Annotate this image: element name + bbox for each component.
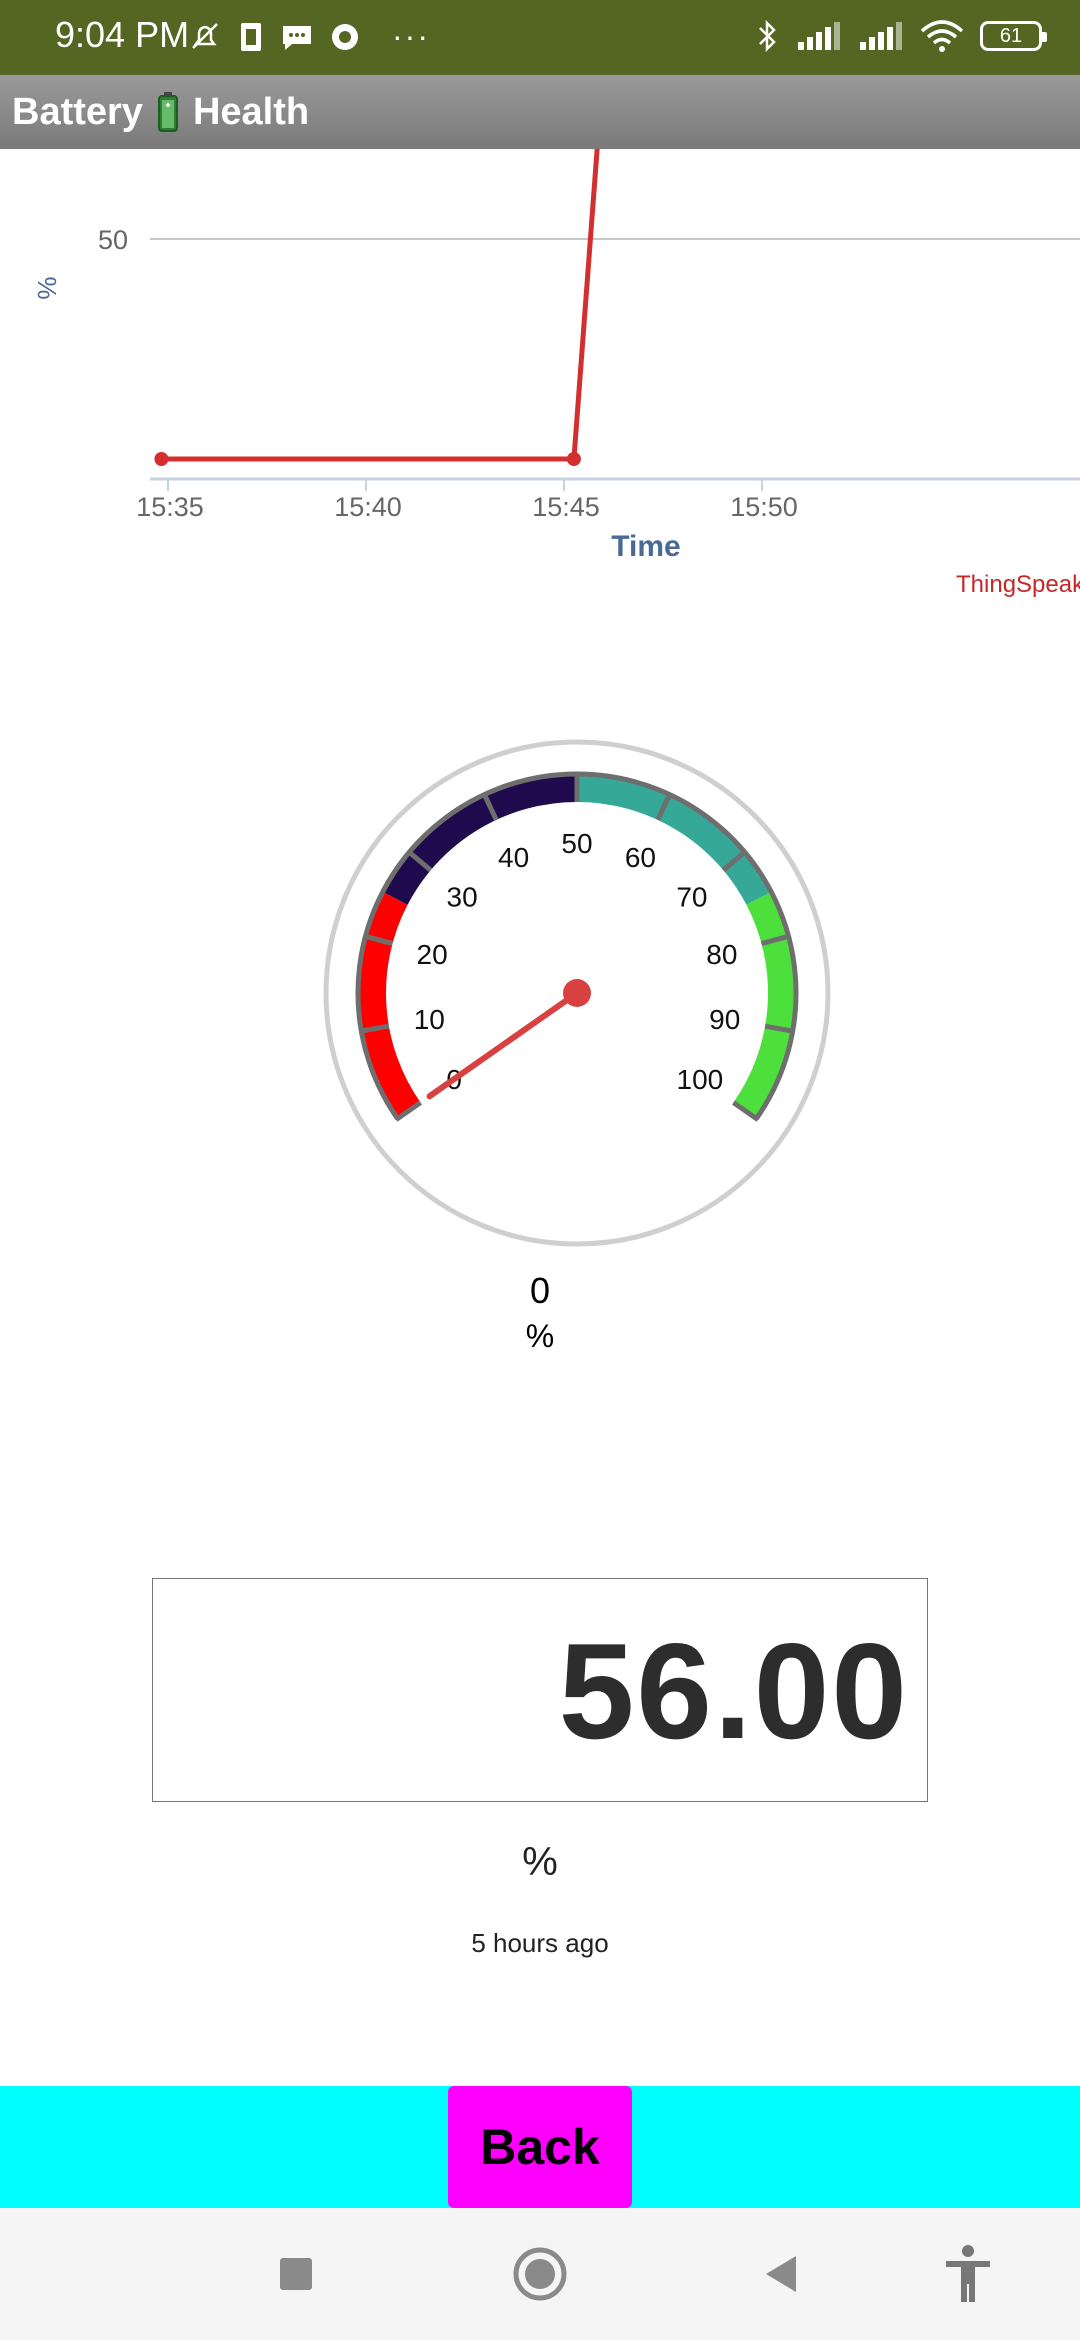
numeric-display: 56.00 (152, 1578, 928, 1802)
gauge-tick-label: 70 (676, 882, 707, 913)
chart-ylabel: % (32, 276, 62, 299)
mute-icon (192, 22, 218, 49)
gauge-tick-label: 30 (447, 882, 478, 913)
more-icon: ··· (392, 18, 430, 54)
gauge-value: 0 (529, 1270, 551, 1311)
recents-icon[interactable] (266, 2244, 326, 2304)
data-point (566, 452, 581, 466)
x-tick-label: 15:45 (532, 492, 600, 522)
gauge-tick-label: 90 (709, 1004, 740, 1035)
title-left: Battery (12, 90, 143, 133)
gauge-tick-label: 100 (677, 1064, 724, 1095)
signal-icon (860, 22, 902, 50)
gauge: 0102030405060708090100 (323, 739, 831, 1247)
battery-emoji-icon (157, 92, 178, 132)
numeric-value: 56.00 (558, 1615, 909, 1767)
sim-icon (241, 22, 261, 51)
title-right: Health (192, 90, 310, 133)
x-tick-label: 15:40 (334, 492, 402, 522)
x-tick-label: 15:50 (730, 492, 798, 522)
y-tick-label: 50 (98, 225, 128, 255)
gauge-tick-label: 80 (706, 939, 737, 970)
series-line (161, 149, 600, 462)
wifi-icon (920, 20, 964, 52)
line-chart: 50 15:35 15:40 15:45 15:50 Time % ThingSpeak (32, 149, 1080, 598)
battery-level: 61 (999, 24, 1023, 47)
signal-icon (798, 22, 840, 50)
gauge-needle-hub (563, 979, 591, 1007)
status-time: 9:04 PM (55, 14, 190, 55)
home-icon[interactable] (510, 2244, 570, 2304)
status-left-icons: ··· (188, 18, 430, 55)
system-nav-bar (0, 2208, 1080, 2340)
gauge-tick-label: 60 (625, 842, 656, 873)
message-icon (283, 25, 311, 50)
chart-credit[interactable]: ThingSpeak (956, 571, 1080, 598)
gauge-tick-label: 50 (561, 828, 592, 859)
back-button[interactable]: Back (448, 2086, 632, 2208)
gauge-tick-label: 40 (498, 842, 529, 873)
gauge-unit: % (525, 1318, 555, 1354)
chart-series (154, 149, 600, 466)
app-title-bar: Battery Health (0, 75, 1080, 149)
app-icon (332, 23, 358, 50)
accessibility-icon[interactable] (938, 2244, 998, 2304)
last-updated: 5 hours ago (471, 1928, 609, 1958)
battery-icon: 61 (980, 21, 1047, 51)
status-bar: 9:04 PM ··· 61 (0, 0, 1080, 75)
gauge-tick-label: 20 (417, 939, 448, 970)
x-tick-label: 15:35 (136, 492, 204, 522)
numeric-unit: % (522, 1840, 558, 1884)
data-point (154, 452, 169, 466)
chart-xlabel: Time (611, 530, 680, 563)
app-title: Battery Health (12, 91, 309, 134)
status-right-icons: 61 (754, 18, 1047, 54)
back-icon[interactable] (752, 2244, 812, 2304)
gauge-tick-label: 10 (414, 1004, 445, 1035)
button-bar: Back (0, 2086, 1080, 2208)
bluetooth-icon (759, 19, 776, 53)
